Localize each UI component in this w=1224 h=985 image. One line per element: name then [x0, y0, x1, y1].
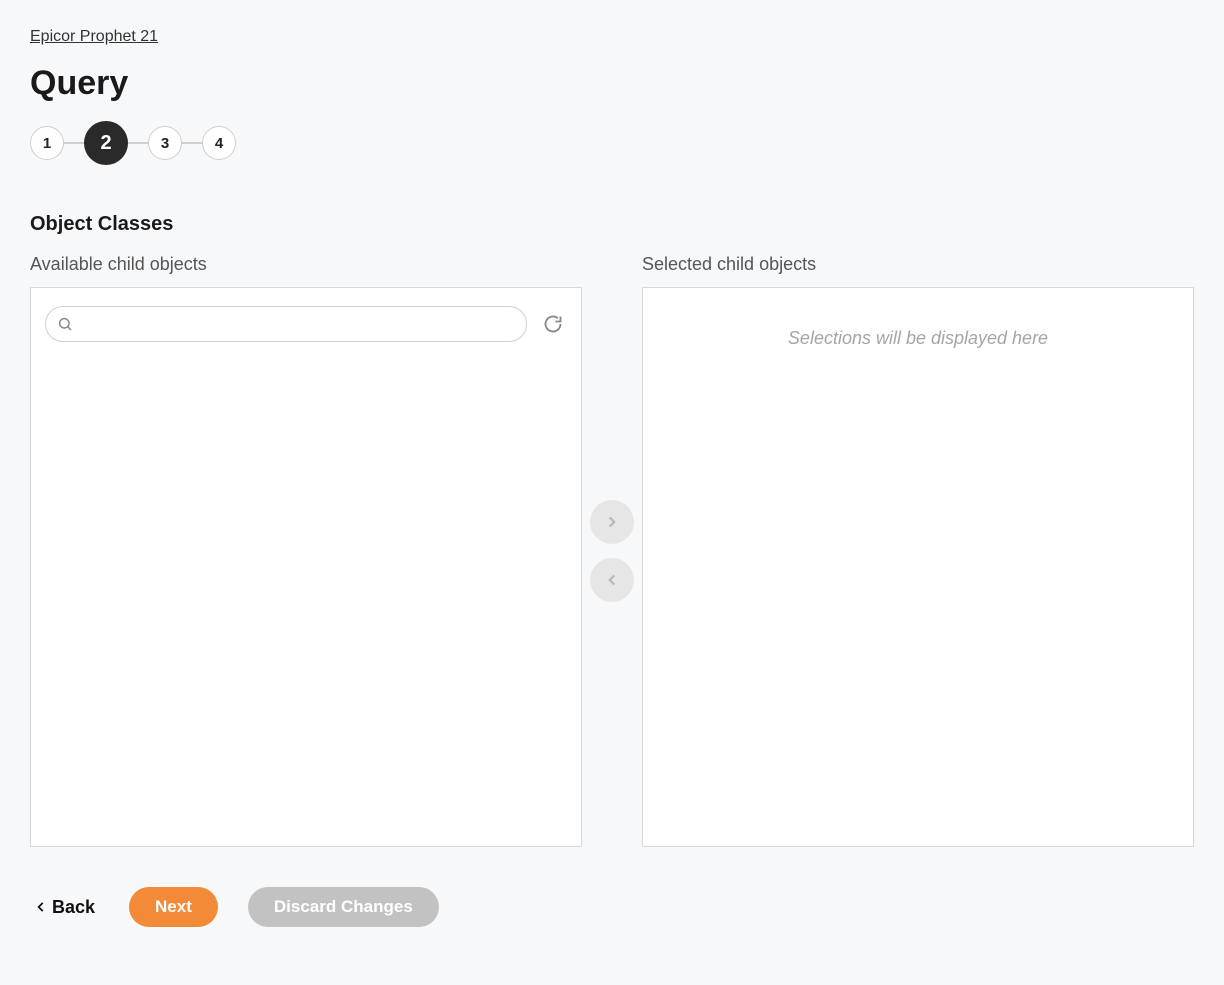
search-icon	[57, 316, 73, 332]
refresh-button[interactable]	[539, 310, 567, 338]
available-label: Available child objects	[30, 254, 582, 275]
refresh-icon	[543, 314, 563, 334]
selected-empty-text: Selections will be displayed here	[643, 288, 1193, 389]
move-right-button[interactable]	[590, 500, 634, 544]
transfer-buttons	[590, 500, 634, 602]
step-3[interactable]: 3	[148, 126, 182, 160]
step-4[interactable]: 4	[202, 126, 236, 160]
page-title: Query	[30, 64, 1194, 103]
chevron-right-icon	[603, 513, 621, 531]
next-button[interactable]: Next	[129, 887, 218, 927]
available-panel	[30, 287, 582, 847]
breadcrumb-link[interactable]: Epicor Prophet 21	[30, 28, 158, 45]
back-button-label: Back	[52, 897, 95, 918]
step-connector	[64, 142, 84, 144]
section-heading: Object Classes	[30, 213, 1194, 236]
step-1[interactable]: 1	[30, 126, 64, 160]
discard-button[interactable]: Discard Changes	[248, 887, 439, 927]
step-connector	[182, 142, 202, 144]
step-connector	[128, 142, 148, 144]
selected-panel: Selections will be displayed here	[642, 287, 1194, 847]
chevron-left-icon	[603, 571, 621, 589]
selected-label: Selected child objects	[642, 254, 1194, 275]
chevron-left-icon	[34, 900, 48, 914]
stepper: 1 2 3 4	[30, 121, 1194, 165]
back-button[interactable]: Back	[30, 889, 99, 926]
breadcrumb: Epicor Prophet 21	[30, 28, 1194, 46]
move-left-button[interactable]	[590, 558, 634, 602]
search-input[interactable]	[45, 306, 527, 342]
step-2[interactable]: 2	[84, 121, 128, 165]
